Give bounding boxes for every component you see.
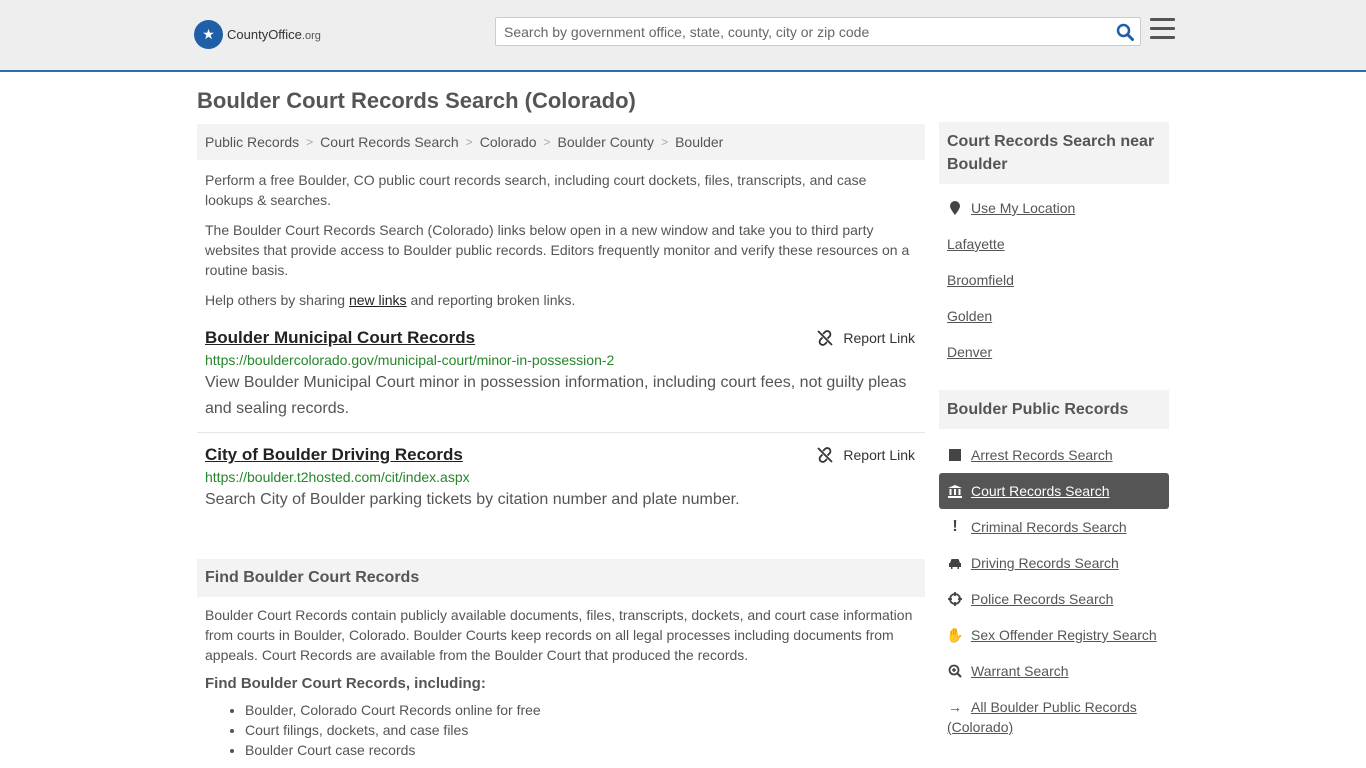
record-link-description: Search City of Boulder parking tickets b… <box>205 491 740 508</box>
arrow-right-icon: → <box>948 699 962 715</box>
record-link-url: https://bouldercolorado.gov/municipal-co… <box>205 352 615 368</box>
breadcrumb-boulder[interactable]: Boulder <box>675 134 723 150</box>
car-icon <box>947 558 963 569</box>
report-link-button[interactable]: Report Link <box>817 447 915 463</box>
list-item: Boulder Court case records <box>245 740 925 760</box>
courthouse-icon <box>947 484 963 498</box>
record-link-url: https://boulder.t2hosted.com/cit/index.a… <box>205 469 470 485</box>
exclamation-icon: ! <box>952 518 958 535</box>
public-records-list: Arrest Records Search Court Records Sear… <box>939 437 1169 737</box>
sidebar-item-arrest-records[interactable]: Arrest Records Search <box>939 437 1169 473</box>
sidebar: Court Records Search near Boulder Use My… <box>939 122 1169 737</box>
find-records-body: Boulder Court Records contain publicly a… <box>205 607 913 663</box>
page-title: Boulder Court Records Search (Colorado) <box>197 88 636 113</box>
sidebar-item-police-records[interactable]: Police Records Search <box>939 581 1169 617</box>
main-content: Public Records > Court Records Search > … <box>197 124 925 760</box>
record-link-title[interactable]: Boulder Municipal Court Records <box>205 328 475 347</box>
sidebar-item-lafayette[interactable]: Lafayette <box>939 226 1169 262</box>
search-plus-icon <box>947 664 963 678</box>
site-header: ★ CountyOffice.org <box>0 0 1366 72</box>
intro-text: Perform a free Boulder, CO public court … <box>197 170 925 310</box>
intro-paragraph-3: Help others by sharing new links and rep… <box>205 292 576 308</box>
nearby-heading: Court Records Search near Boulder <box>939 122 1169 184</box>
sidebar-item-use-my-location[interactable]: Use My Location <box>939 190 1169 226</box>
public-records-heading: Boulder Public Records <box>939 390 1169 429</box>
breadcrumb-public-records[interactable]: Public Records <box>205 134 299 150</box>
sidebar-item-golden[interactable]: Golden <box>939 298 1169 334</box>
breadcrumb-court-records-search[interactable]: Court Records Search <box>320 134 459 150</box>
intro-paragraph-1: Perform a free Boulder, CO public court … <box>205 172 867 208</box>
hamburger-menu-button[interactable] <box>1150 18 1175 42</box>
sidebar-item-driving-records[interactable]: Driving Records Search <box>939 545 1169 581</box>
square-icon <box>947 449 963 461</box>
sidebar-item-criminal-records[interactable]: ! Criminal Records Search <box>939 509 1169 545</box>
breadcrumb-boulder-county[interactable]: Boulder County <box>558 134 655 150</box>
search-icon <box>1116 23 1134 41</box>
find-records-list: Boulder, Colorado Court Records online f… <box>197 700 925 760</box>
intro-paragraph-2: The Boulder Court Records Search (Colora… <box>205 222 910 278</box>
record-link-item: Boulder Municipal Court Records Report L… <box>197 316 925 433</box>
site-logo[interactable]: ★ CountyOffice.org <box>194 20 321 49</box>
find-records-heading: Find Boulder Court Records <box>197 559 925 597</box>
eagle-logo-icon: ★ <box>194 20 223 49</box>
sidebar-item-warrant-search[interactable]: Warrant Search <box>939 653 1169 689</box>
nearby-list: Use My Location Lafayette Broomfield Gol… <box>939 190 1169 370</box>
breadcrumb: Public Records > Court Records Search > … <box>197 124 925 160</box>
list-item: Boulder, Colorado Court Records online f… <box>245 700 925 720</box>
broken-link-icon <box>817 330 834 346</box>
sidebar-item-sex-offender-registry[interactable]: ✋ Sex Offender Registry Search <box>939 617 1169 653</box>
search-button[interactable] <box>1110 18 1140 45</box>
find-records-subheading: Find Boulder Court Records, including: <box>205 675 486 692</box>
breadcrumb-colorado[interactable]: Colorado <box>480 134 537 150</box>
sidebar-item-broomfield[interactable]: Broomfield <box>939 262 1169 298</box>
record-link-title[interactable]: City of Boulder Driving Records <box>205 445 463 464</box>
new-links-link[interactable]: new links <box>349 292 407 308</box>
crosshairs-icon <box>947 592 963 606</box>
hand-icon: ✋ <box>946 626 964 643</box>
record-link-item: City of Boulder Driving Records Report L… <box>197 433 925 523</box>
sidebar-item-denver[interactable]: Denver <box>939 334 1169 370</box>
map-marker-icon <box>947 201 963 215</box>
search-bar <box>495 17 1141 46</box>
logo-text: CountyOffice <box>227 27 302 42</box>
logo-tld: .org <box>301 30 321 42</box>
sidebar-item-all-public-records[interactable]: → All Boulder Public Records (Colorado) <box>939 689 1169 737</box>
record-link-description: View Boulder Municipal Court minor in po… <box>205 374 907 417</box>
search-input[interactable] <box>496 23 1110 40</box>
report-link-button[interactable]: Report Link <box>817 330 915 346</box>
broken-link-icon <box>817 447 834 463</box>
sidebar-item-court-records[interactable]: Court Records Search <box>939 473 1169 509</box>
list-item: Court filings, dockets, and case files <box>245 720 925 740</box>
